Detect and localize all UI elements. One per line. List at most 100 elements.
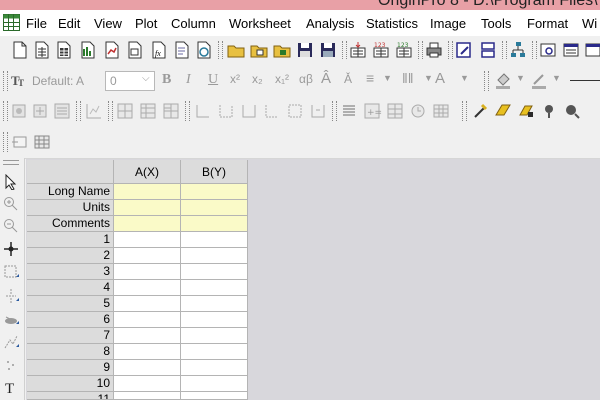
row-header-2[interactable]: 2 xyxy=(27,248,114,264)
disregard-column-icon[interactable] xyxy=(308,101,328,121)
data-cell[interactable] xyxy=(114,232,181,248)
clock-icon[interactable] xyxy=(408,101,428,121)
row-header-6[interactable]: 6 xyxy=(27,312,114,328)
increase-font-icon[interactable]: Â xyxy=(321,70,331,87)
new-worksheet-icon[interactable] xyxy=(32,40,52,60)
pointer-icon[interactable] xyxy=(3,174,19,190)
column-stats-icon[interactable] xyxy=(84,101,104,121)
print-icon[interactable] xyxy=(424,40,444,60)
open-folder-icon[interactable] xyxy=(226,40,246,60)
region-select-icon[interactable] xyxy=(562,101,582,121)
data-cell[interactable] xyxy=(114,360,181,376)
draw-data-icon[interactable] xyxy=(3,334,19,350)
data-cell[interactable] xyxy=(181,328,248,344)
import-multiple-ascii-icon[interactable]: 123 xyxy=(371,40,391,60)
import-single-ascii-icon[interactable] xyxy=(348,40,368,60)
row-header-units[interactable]: Units xyxy=(27,200,114,216)
data-selector-icon[interactable] xyxy=(3,311,19,327)
data-cell[interactable] xyxy=(114,248,181,264)
menu-analysis[interactable]: Analysis xyxy=(306,16,354,31)
italic-icon[interactable]: I xyxy=(186,72,191,88)
zoom-out-icon[interactable] xyxy=(3,218,19,234)
row-header-3[interactable]: 3 xyxy=(27,264,114,280)
decrease-font-icon[interactable]: Ǎ xyxy=(344,72,352,86)
set-column-y-error-icon[interactable] xyxy=(262,101,282,121)
font-style-select[interactable]: Default: A xyxy=(32,74,84,88)
menu-window[interactable]: Wi xyxy=(582,16,597,31)
set-column-y-icon[interactable] xyxy=(216,101,236,121)
row-header-1[interactable]: 1 xyxy=(27,232,114,248)
menu-format[interactable]: Format xyxy=(527,16,568,31)
draw-data-icon[interactable] xyxy=(470,101,490,121)
menu-tools[interactable]: Tools xyxy=(481,16,511,31)
zoom-in-icon[interactable] xyxy=(3,196,19,212)
row-header-comments[interactable]: Comments xyxy=(27,216,114,232)
new-matrix-icon[interactable] xyxy=(102,40,122,60)
screen-reader-crosshair-icon[interactable] xyxy=(3,241,19,257)
data-cell[interactable] xyxy=(181,296,248,312)
set-column-z-icon[interactable] xyxy=(239,101,259,121)
menu-image[interactable]: Image xyxy=(430,16,466,31)
chevron-down-icon[interactable]: ▼ xyxy=(552,73,561,83)
pan-icon[interactable] xyxy=(539,101,559,121)
bold-icon[interactable]: B xyxy=(162,72,171,88)
project-explorer-icon[interactable] xyxy=(508,40,528,60)
long-name-cell-b[interactable] xyxy=(181,184,248,200)
comments-cell-b[interactable] xyxy=(181,216,248,232)
fill-row-numbers-icon[interactable] xyxy=(385,101,405,121)
data-cell[interactable] xyxy=(114,328,181,344)
data-cell[interactable] xyxy=(114,296,181,312)
units-cell-a[interactable] xyxy=(114,200,181,216)
supersubscript-icon[interactable]: x₁² xyxy=(275,72,289,86)
data-cell[interactable] xyxy=(114,392,181,400)
row-header-7[interactable]: 7 xyxy=(27,328,114,344)
import-wizard-icon[interactable]: 123 xyxy=(394,40,414,60)
data-reader-icon[interactable] xyxy=(516,101,536,121)
code-builder-icon[interactable] xyxy=(583,40,600,60)
long-name-cell-a[interactable] xyxy=(114,184,181,200)
greek-icon[interactable]: αβ xyxy=(299,72,313,86)
fill-color-icon[interactable] xyxy=(494,71,512,89)
data-reader-icon[interactable] xyxy=(3,288,19,304)
row-header-11[interactable]: 11 xyxy=(27,392,114,400)
save-icon[interactable] xyxy=(295,40,315,60)
data-cell[interactable] xyxy=(181,392,248,400)
set-column-values-icon[interactable]: += xyxy=(362,101,382,121)
menu-file[interactable]: File xyxy=(26,16,47,31)
data-cell[interactable] xyxy=(181,344,248,360)
set-column-label-icon[interactable] xyxy=(285,101,305,121)
data-cell[interactable] xyxy=(114,312,181,328)
data-cell[interactable] xyxy=(181,376,248,392)
chevron-down-icon[interactable]: ▼ xyxy=(516,73,525,83)
chevron-down-icon[interactable]: ▼ xyxy=(460,73,469,83)
data-cell[interactable] xyxy=(114,264,181,280)
insert-column-icon[interactable] xyxy=(138,101,158,121)
chevron-down-icon[interactable]: ▼ xyxy=(424,73,433,83)
data-cell[interactable] xyxy=(181,264,248,280)
add-column-icon[interactable] xyxy=(115,101,135,121)
units-cell-b[interactable] xyxy=(181,200,248,216)
data-cell[interactable] xyxy=(181,232,248,248)
column-grid-icon[interactable] xyxy=(32,132,52,152)
new-project-icon[interactable] xyxy=(10,40,30,60)
data-cell[interactable] xyxy=(181,360,248,376)
row-header-10[interactable]: 10 xyxy=(27,376,114,392)
column-header-b[interactable]: B(Y) xyxy=(181,160,248,184)
add-row-icon[interactable] xyxy=(10,132,30,152)
open-template-icon[interactable] xyxy=(249,40,269,60)
new-notes-icon[interactable] xyxy=(172,40,192,60)
data-cell[interactable] xyxy=(181,280,248,296)
origin-grid-icon[interactable] xyxy=(3,14,20,31)
data-cell[interactable] xyxy=(114,280,181,296)
new-function-icon[interactable]: fx xyxy=(149,40,169,60)
line-style-preview[interactable] xyxy=(570,80,600,81)
subscript-icon[interactable]: x₂ xyxy=(252,72,263,86)
line-color-icon[interactable] xyxy=(530,71,548,89)
data-cell[interactable] xyxy=(181,312,248,328)
sort-icon[interactable] xyxy=(339,101,359,121)
grid-icon[interactable] xyxy=(431,101,451,121)
region-icon[interactable] xyxy=(3,264,19,280)
corner-header[interactable] xyxy=(27,160,114,184)
dots-icon[interactable] xyxy=(3,357,19,373)
edit-page-icon[interactable] xyxy=(454,40,474,60)
